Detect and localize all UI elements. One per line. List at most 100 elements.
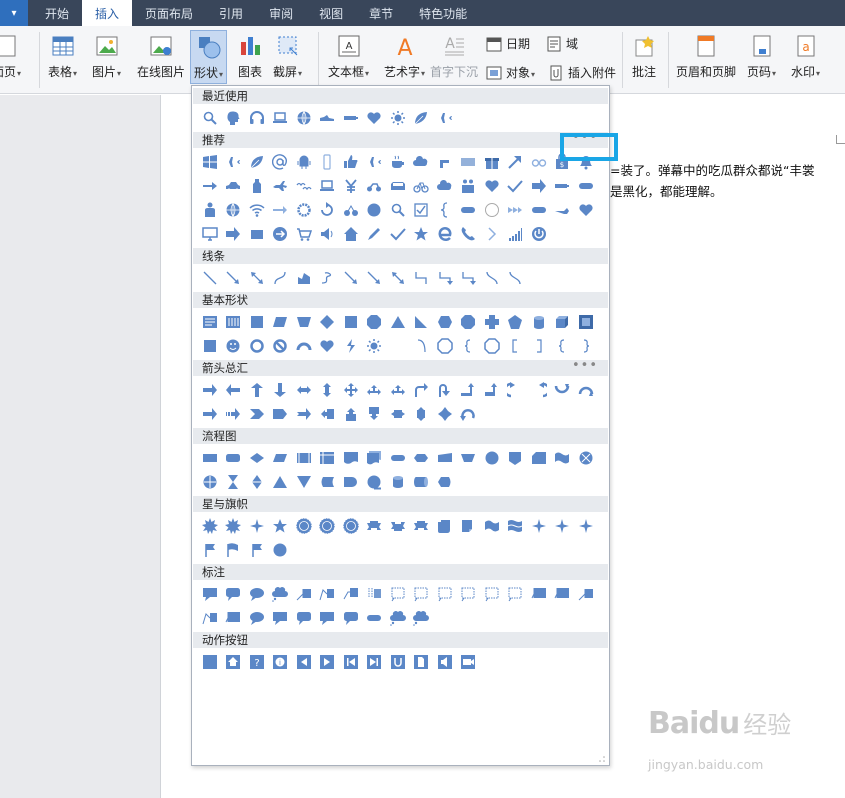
shape-mag-icon[interactable] xyxy=(198,106,222,130)
shape-arrowlong-icon[interactable] xyxy=(198,174,222,198)
shape-power-icon[interactable] xyxy=(527,222,551,246)
shape-cline3-icon[interactable] xyxy=(339,582,363,606)
shape-sseal-icon[interactable] xyxy=(292,514,316,538)
shape-hand-icon[interactable] xyxy=(433,150,457,174)
shape-dia-icon[interactable] xyxy=(316,310,340,334)
shape-fmerge-icon[interactable] xyxy=(292,470,316,494)
shape-cline2-icon[interactable] xyxy=(316,582,340,606)
shape-chevron-icon[interactable] xyxy=(245,402,269,426)
shape-cline2-icon[interactable] xyxy=(198,606,222,630)
shape-crect-icon[interactable] xyxy=(316,606,340,630)
shape-ribbon-icon[interactable] xyxy=(363,514,387,538)
shape-scribble-icon[interactable] xyxy=(316,266,340,290)
shape-bracel-icon[interactable] xyxy=(551,334,575,358)
shape-circ-icon[interactable] xyxy=(363,198,387,222)
shape-coffee-icon[interactable] xyxy=(386,150,410,174)
shape-fterm-icon[interactable] xyxy=(386,446,410,470)
shape-bottle-icon[interactable] xyxy=(245,174,269,198)
shape-sburst-icon[interactable] xyxy=(222,514,246,538)
shape-laptop-icon[interactable] xyxy=(269,106,293,130)
shape-fdirect-icon[interactable] xyxy=(410,470,434,494)
wordart-button[interactable]: A 艺术字▾ xyxy=(384,34,425,80)
shape-crect-icon[interactable] xyxy=(198,582,222,606)
shape-crrect-icon[interactable] xyxy=(339,606,363,630)
shape-a3-icon[interactable] xyxy=(363,378,387,402)
shape-cloud-icon[interactable] xyxy=(433,174,457,198)
tab-page-layout[interactable]: 页面布局 xyxy=(132,0,206,26)
shape-plate-icon[interactable] xyxy=(457,198,481,222)
shape-tools-icon[interactable] xyxy=(551,198,575,222)
shape-cdash-icon[interactable] xyxy=(433,582,457,606)
shape-cline1-icon[interactable] xyxy=(292,582,316,606)
shape-check-icon[interactable] xyxy=(504,174,528,198)
shape-plane-icon[interactable] xyxy=(363,150,387,174)
shape-fdisp-icon[interactable] xyxy=(433,470,457,494)
shape-pen-icon[interactable] xyxy=(363,222,387,246)
shape-wave-icon[interactable] xyxy=(480,514,504,538)
shape-headph-icon[interactable] xyxy=(245,106,269,130)
shape-moon-icon[interactable] xyxy=(386,334,410,358)
shape-sburst-icon[interactable] xyxy=(198,514,222,538)
shape-s4-icon[interactable] xyxy=(245,514,269,538)
shape-train-icon[interactable] xyxy=(386,174,410,198)
shape-nosym-icon[interactable] xyxy=(269,334,293,358)
resize-grip-icon[interactable] xyxy=(598,755,606,763)
shape-roundbtn-icon[interactable] xyxy=(269,222,293,246)
shape-cbord-icon[interactable] xyxy=(551,582,575,606)
shape-fcard-icon[interactable] xyxy=(527,446,551,470)
shape-sq-icon[interactable] xyxy=(198,334,222,358)
shape-arrowr-icon[interactable] xyxy=(269,198,293,222)
shape-rtri-icon[interactable] xyxy=(410,310,434,334)
shape-crect-icon[interactable] xyxy=(269,606,293,630)
shape-people-icon[interactable] xyxy=(457,174,481,198)
tab-insert[interactable]: 插入 xyxy=(82,0,133,26)
shape-flag-icon[interactable] xyxy=(245,538,269,562)
shape-leaf-icon[interactable] xyxy=(245,150,269,174)
shape-bdoc-icon[interactable] xyxy=(410,650,434,674)
shape-txt-icon[interactable] xyxy=(198,310,222,334)
shape-ring-icon[interactable] xyxy=(245,334,269,358)
shape-callud-icon[interactable] xyxy=(410,402,434,426)
shape-plate-icon[interactable] xyxy=(527,198,551,222)
shape-flagw-icon[interactable] xyxy=(222,538,246,562)
shape-pentarr-icon[interactable] xyxy=(269,402,293,426)
shape-arrfat-icon[interactable] xyxy=(222,222,246,246)
tab-special-features[interactable]: 特色功能 xyxy=(406,0,480,26)
shape-ccloud-icon[interactable] xyxy=(269,582,293,606)
shape-fdoc-icon[interactable] xyxy=(339,446,363,470)
shape-arrowne-icon[interactable] xyxy=(504,150,528,174)
shape-bevel-icon[interactable] xyxy=(574,310,598,334)
tab-view[interactable]: 视图 xyxy=(306,0,356,26)
shape-cline4-icon[interactable] xyxy=(363,582,387,606)
shape-chev-icon[interactable] xyxy=(480,222,504,246)
shape-fdec-icon[interactable] xyxy=(245,446,269,470)
page-number-button[interactable]: 页码▾ xyxy=(747,34,776,80)
chart-button[interactable]: 图表 xyxy=(238,34,262,80)
shape-glasses-icon[interactable] xyxy=(527,150,551,174)
shape-fdelay-icon[interactable] xyxy=(339,470,363,494)
shape-brackr-icon[interactable] xyxy=(527,334,551,358)
shape-sseal-icon[interactable] xyxy=(339,514,363,538)
shape-sq-icon[interactable] xyxy=(339,310,363,334)
shape-calll-icon[interactable] xyxy=(316,402,340,426)
shape-arc-icon[interactable] xyxy=(292,334,316,358)
shape-cube-icon[interactable] xyxy=(551,310,575,334)
shape-elbowa-icon[interactable] xyxy=(433,266,457,290)
shape-cdown-icon[interactable] xyxy=(574,378,598,402)
shape-fpre-icon[interactable] xyxy=(292,446,316,470)
shape-foff-icon[interactable] xyxy=(504,446,528,470)
shape-plane-icon[interactable] xyxy=(433,106,457,130)
shape-recycle-icon[interactable] xyxy=(316,198,340,222)
shape-fprep-icon[interactable] xyxy=(410,446,434,470)
shape-plate-icon[interactable] xyxy=(574,174,598,198)
shape-cbord-icon[interactable] xyxy=(527,582,551,606)
shape-tri-icon[interactable] xyxy=(386,310,410,334)
shape-crrect-icon[interactable] xyxy=(222,582,246,606)
shape-person-icon[interactable] xyxy=(198,198,222,222)
shape-flag-icon[interactable] xyxy=(198,538,222,562)
shape-mag-icon[interactable] xyxy=(386,198,410,222)
shape-s4-icon[interactable] xyxy=(551,514,575,538)
watermark-button[interactable]: a 水印▾ xyxy=(791,34,820,80)
shape-call4-icon[interactable] xyxy=(433,402,457,426)
shape-fsort-icon[interactable] xyxy=(245,470,269,494)
